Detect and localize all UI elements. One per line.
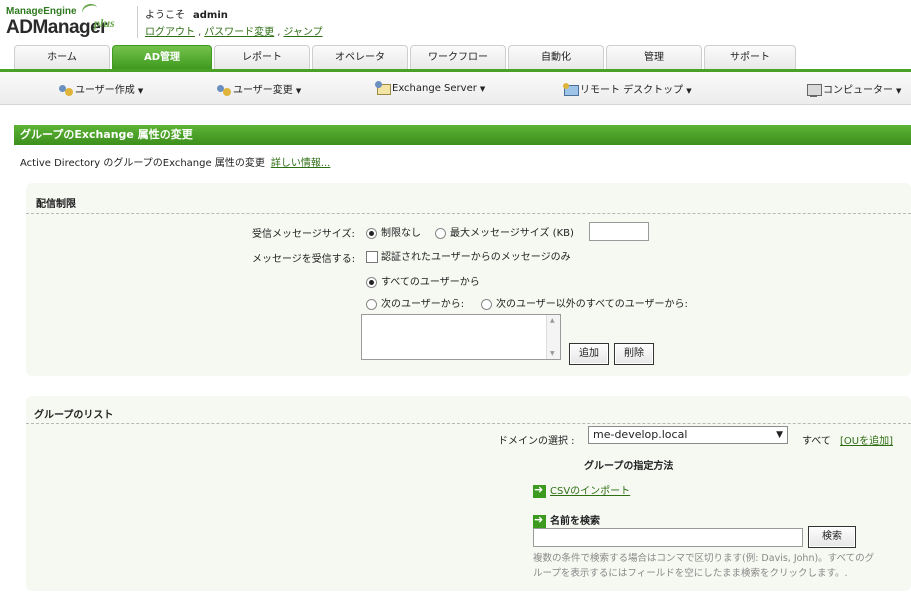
search-hint-line-2: ループを表示するにはフィールドを空にしたまま検索をクリックします。. — [533, 568, 848, 579]
chevron-down-icon: ▼ — [896, 87, 902, 95]
divider — [26, 213, 911, 214]
chevron-down-icon: ▼ — [479, 85, 486, 93]
menu-create-user-label: ユーザー作成 — [75, 85, 135, 96]
page-title: グループのExchange 属性の変更 — [14, 125, 911, 145]
radio-from-all[interactable]: すべてのユーザーから — [366, 273, 480, 288]
divider — [26, 423, 911, 424]
link-separator: , — [198, 27, 202, 38]
tab-workflow[interactable]: ワークフロー — [410, 45, 506, 69]
radio-from-all-button[interactable] — [366, 276, 377, 288]
search-by-name-label: 名前を検索 — [550, 516, 600, 527]
admanager-logo[interactable]: ManageEngine ADManager plus — [6, 1, 136, 40]
menu-exchange-server[interactable]: Exchange Server ▼ — [375, 81, 485, 95]
auth-only-checkbox[interactable]: 認証されたユーザーからのメッセージのみ — [366, 248, 571, 263]
auth-only-checkbox-box[interactable] — [366, 251, 378, 263]
exchange-mail-icon — [375, 81, 391, 95]
menu-modify-user-label: ユーザー変更 — [233, 85, 293, 96]
arrow-right-icon — [533, 483, 546, 498]
menu-remote-label: リモート デスクトップ — [580, 85, 684, 96]
group-list-title: グループのリスト — [34, 410, 114, 421]
search-input[interactable] — [533, 528, 803, 547]
tab-operators[interactable]: オペレータ — [312, 45, 408, 69]
link-separator: , — [277, 27, 281, 38]
current-user: admin — [193, 10, 228, 21]
logo-admanager: ADManager — [6, 17, 108, 38]
chevron-down-icon: ▼ — [137, 87, 144, 95]
radio-max-size-button[interactable] — [435, 227, 446, 239]
radio-from-all-except-label: 次のユーザー以外のすべてのユーザーから: — [496, 299, 688, 310]
delivery-restrictions-panel: 配信制限 受信メッセージサイズ: 制限なし 最大メッセージサイズ (KB) メッ… — [26, 183, 911, 376]
radio-max-size-label: 最大メッセージサイズ (KB) — [450, 228, 574, 239]
radio-unlimited-button[interactable] — [366, 227, 377, 239]
add-ou-link[interactable]: [OUを追加] — [840, 432, 893, 447]
welcome-label: ようこそ — [145, 10, 185, 21]
domain-select-label: ドメインの選択 : — [498, 436, 575, 447]
radio-from-all-label: すべてのユーザーから — [381, 277, 480, 288]
welcome-text: ようこそ admin — [145, 6, 228, 21]
change-password-link[interactable]: パスワード変更 — [204, 27, 274, 38]
more-info-link[interactable]: 詳しい情報... — [271, 158, 331, 169]
app-header: ManageEngine ADManager plus ようこそ admin ログ… — [0, 0, 911, 44]
menu-computer-label: コンピューター — [823, 85, 893, 96]
delivery-restrictions-title: 配信制限 — [36, 199, 76, 210]
menu-create-user[interactable]: ユーザー作成 ▼ — [58, 81, 143, 97]
tab-reports[interactable]: レポート — [214, 45, 310, 69]
radio-unlimited-label: 制限なし — [381, 228, 421, 239]
logo-manageengine: ManageEngine — [6, 6, 77, 17]
header-divider — [137, 6, 138, 38]
csv-import-link[interactable]: CSVのインポート — [550, 486, 630, 497]
accept-messages-label: メッセージを受信する: — [252, 254, 356, 265]
header-links: ログアウト, パスワード変更, ジャンプ — [145, 23, 323, 38]
radio-from-following-button[interactable] — [366, 298, 377, 310]
radio-max-size[interactable]: 最大メッセージサイズ (KB) — [435, 224, 574, 239]
radio-from-all-except[interactable]: 次のユーザー以外のすべてのユーザーから: — [481, 295, 688, 310]
add-button[interactable]: 追加 — [569, 343, 609, 365]
tab-support[interactable]: サポート — [704, 45, 796, 69]
remote-desktop-icon — [563, 83, 579, 97]
radio-from-all-except-button[interactable] — [481, 298, 492, 310]
logo-plus: plus — [94, 16, 115, 30]
method-title: グループの指定方法 — [584, 461, 674, 472]
csv-import[interactable]: CSVのインポート — [533, 482, 630, 498]
sub-toolbar: ユーザー作成 ▼ ユーザー変更 ▼ Exchange Server ▼ リモート デス… — [0, 72, 911, 105]
menu-computer[interactable]: コンピューター ▼ — [806, 81, 901, 97]
menu-modify-user[interactable]: ユーザー変更 ▼ — [216, 81, 301, 97]
users-listbox[interactable] — [361, 314, 561, 360]
group-list-panel: グループのリスト ドメインの選択 : me-develop.local ▼ すべて… — [26, 396, 911, 591]
main-tabs: ホーム AD管理 レポート オペレータ ワークフロー 自動化 管理 サポート — [14, 45, 911, 69]
tab-admin[interactable]: 管理 — [606, 45, 702, 69]
radio-unlimited[interactable]: 制限なし — [366, 224, 421, 239]
search-hint-line-1: 複数の条件で検索する場合はコンマで区切ります(例: Davis, John)。す… — [533, 553, 875, 564]
logout-link[interactable]: ログアウト — [145, 27, 195, 38]
delete-button[interactable]: 削除 — [614, 343, 654, 365]
all-label: すべて — [802, 436, 831, 447]
jump-link[interactable]: ジャンプ — [283, 27, 322, 38]
search-button[interactable]: 検索 — [808, 526, 856, 548]
domain-select[interactable]: me-develop.local ▼ — [588, 426, 788, 444]
arrow-right-icon — [533, 513, 546, 528]
tab-ad-management[interactable]: AD管理 — [112, 45, 212, 69]
domain-select-value: me-develop.local — [593, 428, 688, 441]
search-by-name: 名前を検索 — [533, 512, 600, 528]
max-size-input[interactable] — [589, 222, 649, 241]
search-hint: 複数の条件で検索する場合はコンマで区切ります(例: Davis, John)。す… — [533, 551, 903, 581]
description-text: Active Directory のグループのExchange 属性の変更 — [20, 158, 265, 169]
menu-remote-desktop[interactable]: リモート デスクトップ ▼ — [563, 81, 692, 97]
modify-users-icon — [216, 83, 232, 97]
tab-automation[interactable]: 自動化 — [508, 45, 604, 69]
listbox-scrollbar[interactable] — [546, 315, 560, 359]
tab-home[interactable]: ホーム — [14, 45, 110, 69]
create-users-icon — [58, 83, 74, 97]
computer-icon — [806, 83, 822, 97]
chevron-down-icon: ▼ — [295, 87, 302, 95]
message-size-label: 受信メッセージサイズ: — [252, 229, 355, 240]
menu-exchange-label: Exchange Server — [392, 83, 477, 94]
chevron-down-icon: ▼ — [686, 87, 692, 95]
radio-from-following[interactable]: 次のユーザーから: — [366, 295, 464, 310]
radio-from-following-label: 次のユーザーから: — [381, 299, 465, 310]
page-description: Active Directory のグループのExchange 属性の変更 詳しい… — [20, 154, 330, 169]
auth-only-label: 認証されたユーザーからのメッセージのみ — [381, 252, 571, 263]
chevron-down-icon: ▼ — [776, 430, 783, 440]
